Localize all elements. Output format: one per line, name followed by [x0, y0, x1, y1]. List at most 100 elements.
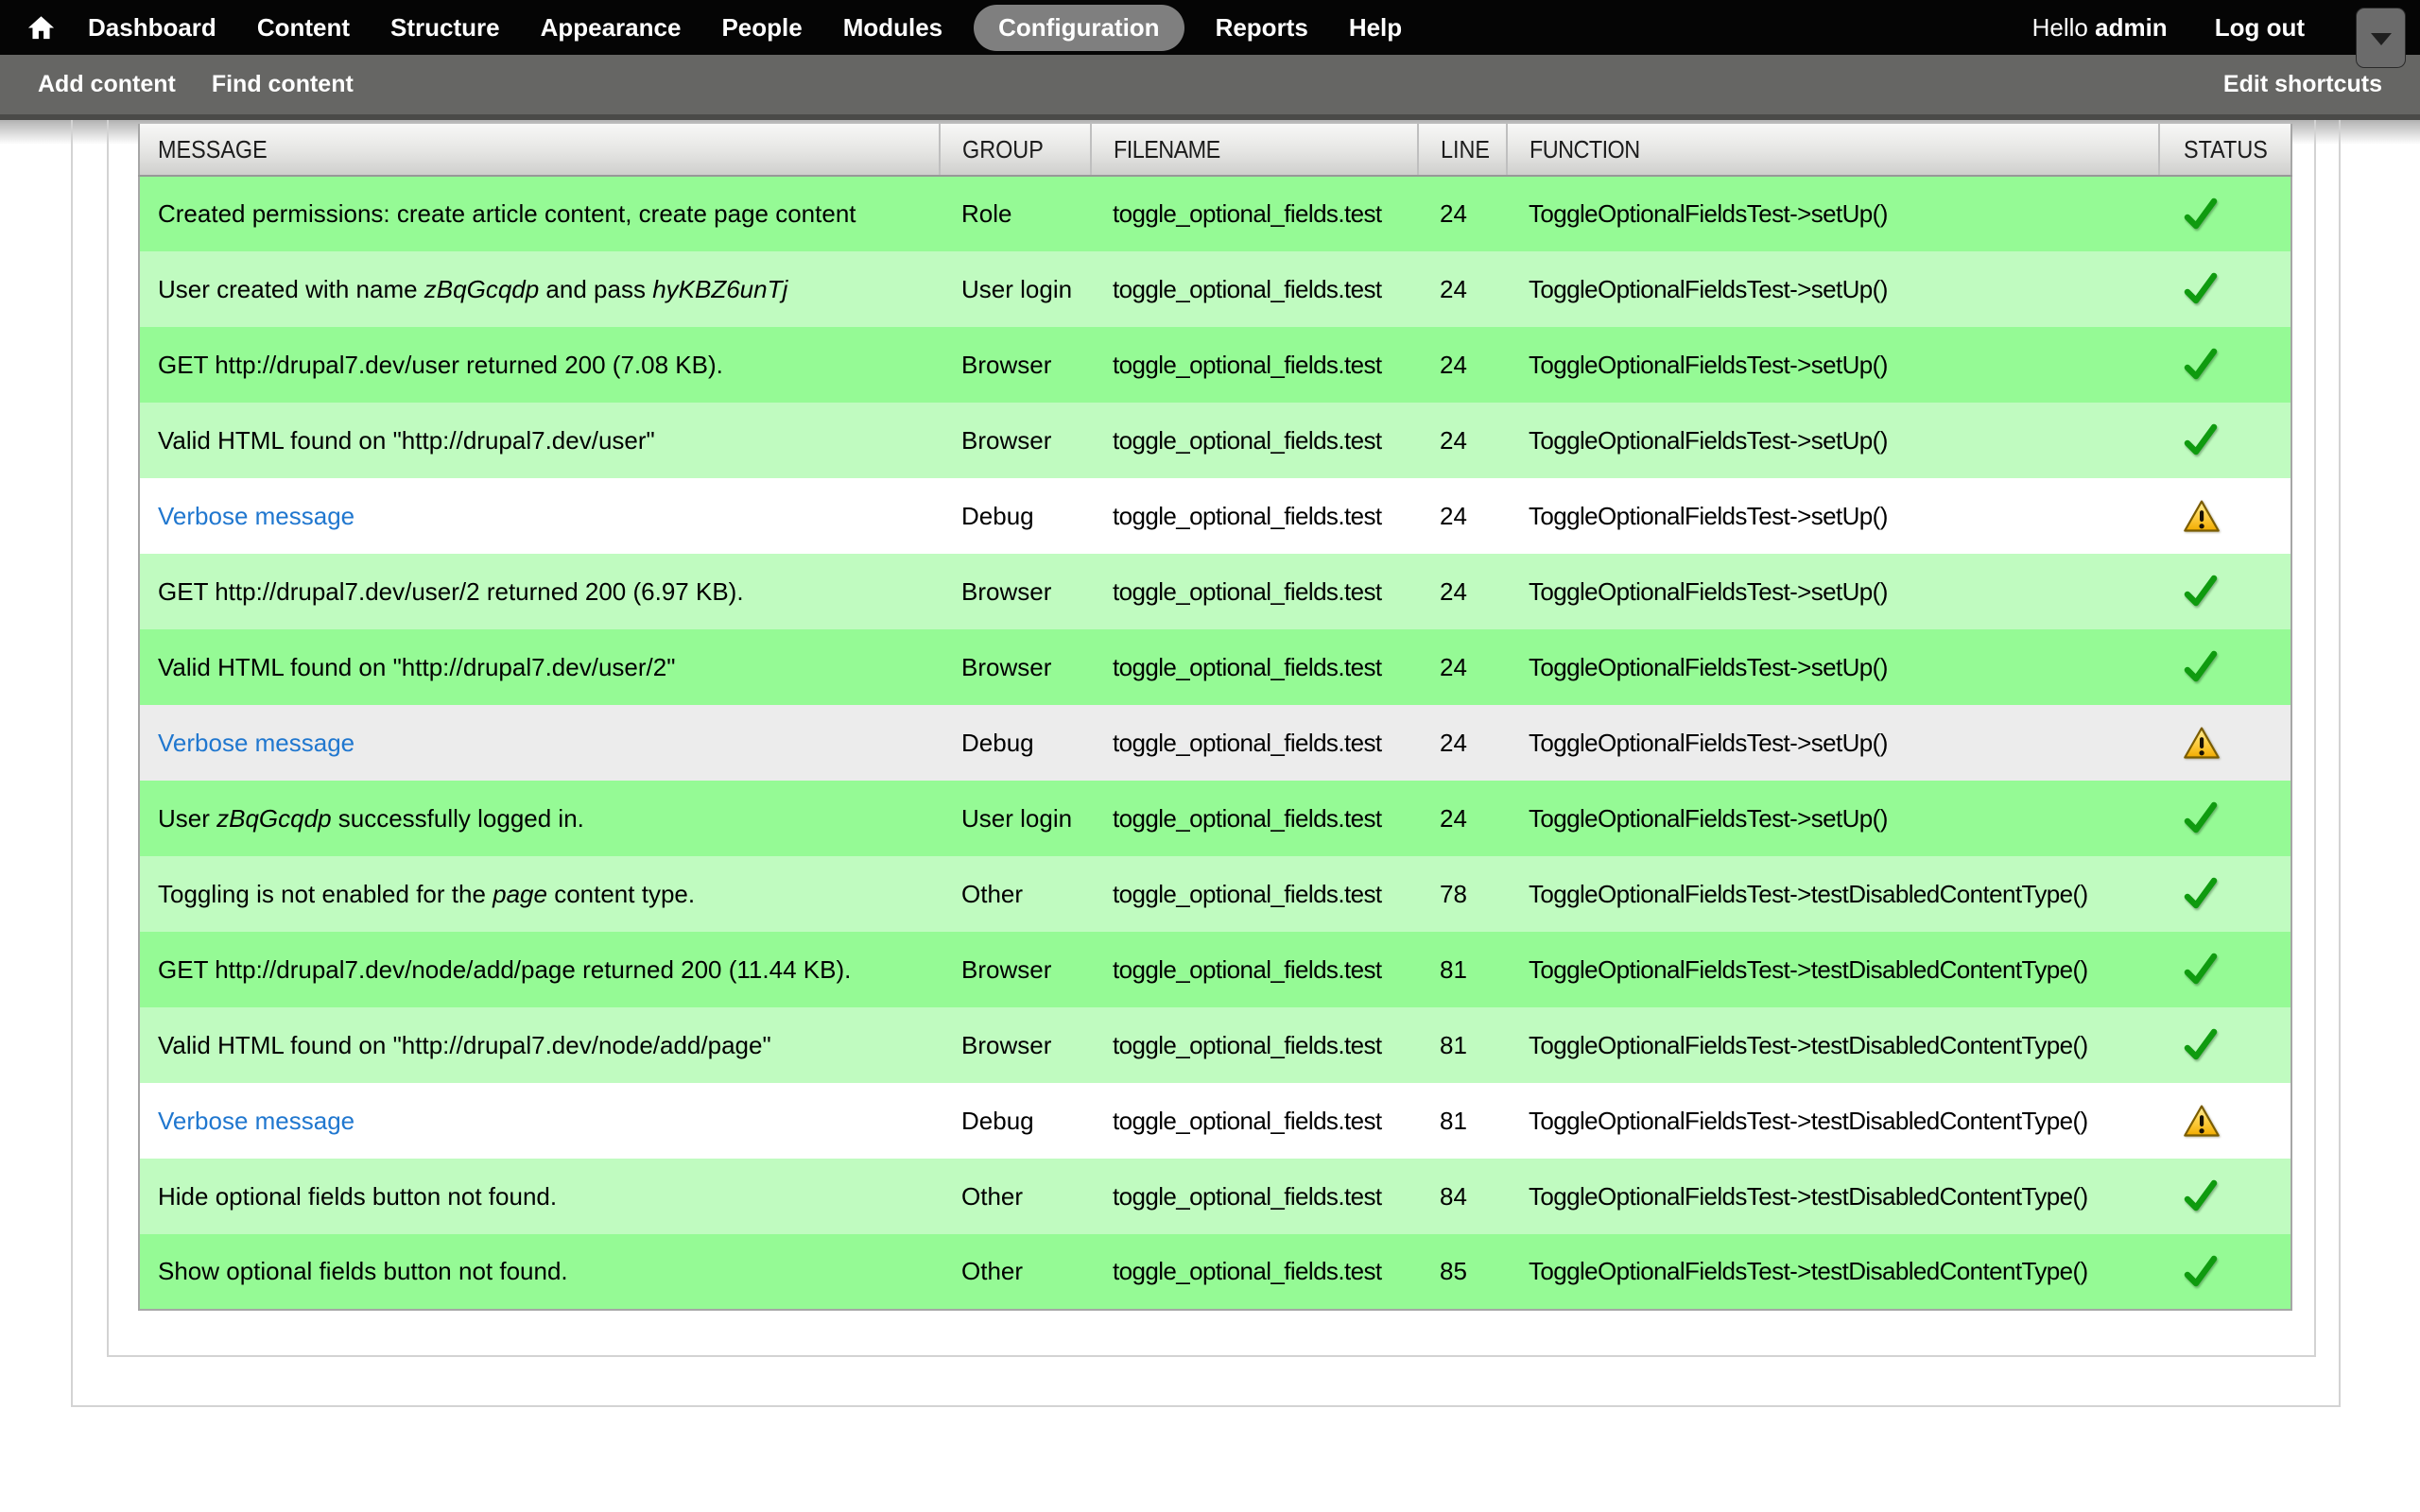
message-text: User created with name — [158, 275, 424, 303]
verbose-message-link[interactable]: Verbose message — [158, 502, 354, 530]
cell-filename: toggle_optional_fields.test — [1091, 932, 1418, 1007]
verbose-message-link[interactable]: Verbose message — [158, 1107, 354, 1135]
cell-group: Browser — [940, 554, 1091, 629]
table-row: Verbose message Debug toggle_optional_fi… — [139, 1083, 2291, 1159]
menu-item-people[interactable]: People — [721, 13, 802, 43]
home-icon — [26, 13, 56, 43]
cell-message: Hide optional fields button not found. — [139, 1159, 940, 1234]
column-header-line: LINE — [1418, 124, 1507, 176]
cell-filename: toggle_optional_fields.test — [1091, 554, 1418, 629]
message-text: Valid HTML found on "http://drupal7.dev/… — [158, 426, 655, 455]
table-row: GET http://drupal7.dev/user returned 200… — [139, 327, 2291, 403]
warning-icon — [2183, 499, 2221, 534]
cell-function: ToggleOptionalFieldsTest->setUp() — [1507, 705, 2159, 781]
menu-item-reports[interactable]: Reports — [1216, 13, 1308, 43]
table-row: User created with name zBqGcqdp and pass… — [139, 251, 2291, 327]
cell-status — [2159, 705, 2291, 781]
page-content: MESSAGE GROUP FILENAME LINE FUNCTION STA… — [0, 120, 2420, 1512]
menu-item-configuration[interactable]: Configuration — [974, 5, 1184, 51]
table-row: GET http://drupal7.dev/node/add/page ret… — [139, 932, 2291, 1007]
message-italic-text: zBqGcqdp — [216, 804, 331, 833]
cell-line: 78 — [1418, 856, 1507, 932]
menu-item-help[interactable]: Help — [1349, 13, 1402, 43]
chevron-down-icon — [2371, 33, 2392, 45]
verbose-message-link[interactable]: Verbose message — [158, 729, 354, 757]
cell-status — [2159, 1234, 2291, 1310]
cell-line: 24 — [1418, 554, 1507, 629]
message-text: GET http://drupal7.dev/node/add/page ret… — [158, 955, 851, 984]
toolbar-right: Hello admin Log out — [2032, 0, 2305, 55]
cell-message: Toggling is not enabled for the page con… — [139, 856, 940, 932]
pass-check-icon — [2183, 800, 2219, 836]
edit-shortcuts-link[interactable]: Edit shortcuts — [2223, 71, 2382, 98]
message-text: Valid HTML found on "http://drupal7.dev/… — [158, 653, 675, 681]
cell-function: ToggleOptionalFieldsTest->setUp() — [1507, 327, 2159, 403]
cell-line: 24 — [1418, 403, 1507, 478]
cell-status — [2159, 856, 2291, 932]
cell-message: Valid HTML found on "http://drupal7.dev/… — [139, 629, 940, 705]
cell-message: Valid HTML found on "http://drupal7.dev/… — [139, 403, 940, 478]
table-row: Valid HTML found on "http://drupal7.dev/… — [139, 1007, 2291, 1083]
message-italic-text: zBqGcqdp — [424, 275, 539, 303]
table-row: Show optional fields button not found. O… — [139, 1234, 2291, 1310]
cell-message: GET http://drupal7.dev/node/add/page ret… — [139, 932, 940, 1007]
cell-function: ToggleOptionalFieldsTest->testDisabledCo… — [1507, 1234, 2159, 1310]
menu-item-modules[interactable]: Modules — [843, 13, 942, 43]
test-results-table: MESSAGE GROUP FILENAME LINE FUNCTION STA… — [138, 124, 2292, 1311]
menu-item-appearance[interactable]: Appearance — [541, 13, 682, 43]
cell-function: ToggleOptionalFieldsTest->setUp() — [1507, 176, 2159, 251]
username: admin — [2095, 13, 2168, 42]
cell-status — [2159, 781, 2291, 856]
cell-message: GET http://drupal7.dev/user/2 returned 2… — [139, 554, 940, 629]
cell-group: Other — [940, 1159, 1091, 1234]
warning-icon — [2183, 726, 2221, 761]
cell-filename: toggle_optional_fields.test — [1091, 1083, 1418, 1159]
cell-message: Verbose message — [139, 1083, 940, 1159]
home-button[interactable] — [26, 13, 56, 43]
cell-function: ToggleOptionalFieldsTest->setUp() — [1507, 478, 2159, 554]
cell-group: Browser — [940, 629, 1091, 705]
cell-group: User login — [940, 781, 1091, 856]
cell-status — [2159, 932, 2291, 1007]
column-header-group: GROUP — [940, 124, 1091, 176]
menu-item-dashboard[interactable]: Dashboard — [88, 13, 216, 43]
shortcut-add-content[interactable]: Add content — [38, 71, 176, 98]
cell-status — [2159, 403, 2291, 478]
greeting-prefix: Hello — [2032, 13, 2088, 42]
pass-check-icon — [2183, 876, 2219, 912]
cell-filename: toggle_optional_fields.test — [1091, 1007, 1418, 1083]
cell-filename: toggle_optional_fields.test — [1091, 1234, 1418, 1310]
cell-line: 24 — [1418, 781, 1507, 856]
menu-item-structure[interactable]: Structure — [390, 13, 500, 43]
pass-check-icon — [2183, 1178, 2219, 1214]
table-row: GET http://drupal7.dev/user/2 returned 2… — [139, 554, 2291, 629]
cell-filename: toggle_optional_fields.test — [1091, 176, 1418, 251]
user-account-link[interactable]: Hello admin — [2032, 13, 2168, 43]
message-text: Valid HTML found on "http://drupal7.dev/… — [158, 1031, 771, 1059]
cell-filename: toggle_optional_fields.test — [1091, 251, 1418, 327]
table-row: User zBqGcqdp successfully logged in. Us… — [139, 781, 2291, 856]
message-italic-text: page — [493, 880, 547, 908]
shortcut-find-content[interactable]: Find content — [212, 71, 354, 98]
cell-message: Verbose message — [139, 478, 940, 554]
cell-group: Browser — [940, 1007, 1091, 1083]
toolbar-toggle-button[interactable] — [2356, 8, 2406, 68]
table-row: Toggling is not enabled for the page con… — [139, 856, 2291, 932]
table-row: Verbose message Debug toggle_optional_fi… — [139, 478, 2291, 554]
cell-message: Valid HTML found on "http://drupal7.dev/… — [139, 1007, 940, 1083]
cell-status — [2159, 478, 2291, 554]
logout-link[interactable]: Log out — [2215, 13, 2305, 43]
cell-line: 85 — [1418, 1234, 1507, 1310]
pass-check-icon — [2183, 649, 2219, 685]
cell-group: User login — [940, 251, 1091, 327]
cell-status — [2159, 629, 2291, 705]
cell-message: User created with name zBqGcqdp and pass… — [139, 251, 940, 327]
cell-group: Browser — [940, 403, 1091, 478]
menu-item-content[interactable]: Content — [257, 13, 350, 43]
cell-status — [2159, 176, 2291, 251]
table-row: Valid HTML found on "http://drupal7.dev/… — [139, 403, 2291, 478]
message-text: and pass — [539, 275, 652, 303]
cell-filename: toggle_optional_fields.test — [1091, 629, 1418, 705]
table-header: MESSAGE GROUP FILENAME LINE FUNCTION STA… — [139, 124, 2291, 176]
column-header-message: MESSAGE — [139, 124, 940, 176]
